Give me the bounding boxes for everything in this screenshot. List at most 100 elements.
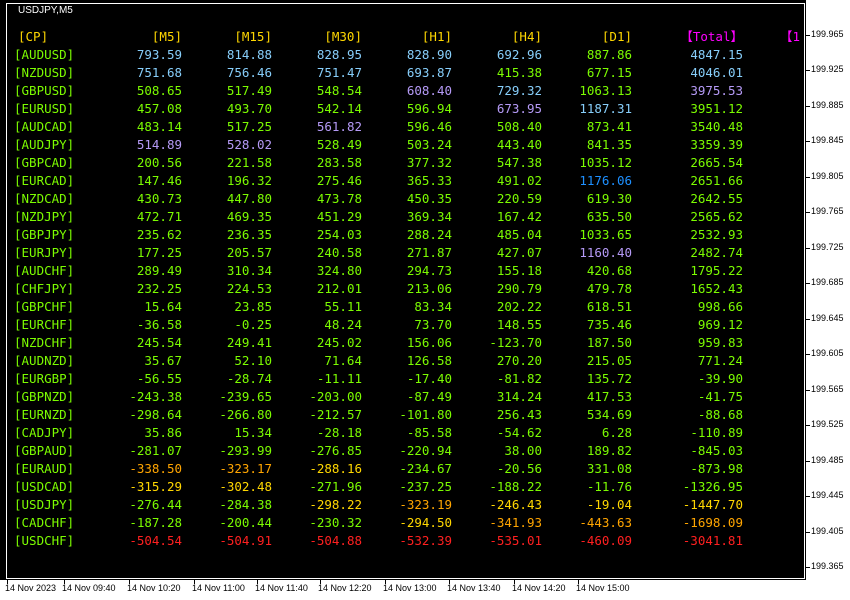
- value-cell: 443.40: [496, 137, 542, 152]
- value-cell: 236.35: [226, 227, 272, 242]
- value-cell: 2565.62: [690, 209, 743, 224]
- price-label: 199.765: [811, 206, 844, 216]
- pair-label: [AUDNZD]: [14, 353, 75, 368]
- price-tick: [806, 567, 810, 568]
- value-cell: -0.25: [234, 317, 272, 332]
- pair-label: [NZDCHF]: [14, 335, 75, 350]
- value-cell: 619.30: [586, 191, 632, 206]
- value-cell: 618.51: [586, 299, 632, 314]
- value-cell: 196.32: [226, 173, 272, 188]
- value-cell: 673.95: [496, 101, 542, 116]
- value-cell: 1160.40: [579, 245, 632, 260]
- value-cell: 1176.06: [579, 173, 632, 188]
- value-cell: 596.46: [406, 119, 452, 134]
- value-cell: -443.63: [579, 515, 632, 530]
- price-label: 199.885: [811, 100, 844, 110]
- header-h4: [H4]: [511, 29, 542, 44]
- value-cell: 692.96: [496, 47, 542, 62]
- value-cell: 503.24: [406, 137, 452, 152]
- pair-label: [EURUSD]: [14, 101, 75, 116]
- value-cell: 548.54: [316, 83, 362, 98]
- value-cell: -85.58: [406, 425, 452, 440]
- value-cell: 1187.31: [579, 101, 632, 116]
- value-cell: 2642.55: [690, 191, 743, 206]
- value-cell: 1035.12: [579, 155, 632, 170]
- value-cell: 283.58: [316, 155, 362, 170]
- price-tick: [806, 354, 810, 355]
- value-cell: -212.57: [309, 407, 362, 422]
- value-cell: 55.11: [324, 299, 362, 314]
- value-cell: 377.32: [406, 155, 452, 170]
- value-cell: 469.35: [226, 209, 272, 224]
- value-cell: 2482.74: [690, 245, 743, 260]
- value-cell: -338.50: [129, 461, 182, 476]
- value-cell: 200.56: [136, 155, 182, 170]
- value-cell: 485.04: [496, 227, 542, 242]
- price-label: 199.685: [811, 277, 844, 287]
- price-axis[interactable]: 199.965 199.925 199.885 199.845 199.805 199.7…: [806, 0, 850, 580]
- value-cell: 420.68: [586, 263, 632, 278]
- time-label: 14 Nov 13:00: [383, 583, 437, 593]
- time-label: 14 Nov 14:20: [512, 583, 566, 593]
- price-tick: [806, 461, 810, 462]
- value-cell: 472.71: [136, 209, 182, 224]
- price-label: 199.965: [811, 29, 844, 39]
- value-cell: 756.46: [226, 65, 272, 80]
- pair-label: [USDCHF]: [14, 533, 75, 548]
- value-cell: 310.34: [226, 263, 272, 278]
- value-cell: 998.66: [697, 299, 743, 314]
- value-cell: 148.55: [496, 317, 542, 332]
- value-cell: -298.64: [129, 407, 182, 422]
- chart-area[interactable]: USDJPY,M5 [CP] [M5] [M15] [M30] [H1] [H4] [D1]…: [0, 0, 807, 580]
- value-cell: 365.33: [406, 173, 452, 188]
- value-cell: -17.40: [406, 371, 452, 386]
- price-label: 199.725: [811, 242, 844, 252]
- value-cell: 483.14: [136, 119, 182, 134]
- value-cell: 23.85: [234, 299, 272, 314]
- price-label: 199.565: [811, 384, 844, 394]
- pair-label: [EURGBP]: [14, 371, 75, 386]
- value-cell: 205.57: [226, 245, 272, 260]
- value-cell: -276.85: [309, 443, 362, 458]
- price-tick: [806, 141, 810, 142]
- value-cell: 534.69: [586, 407, 632, 422]
- value-cell: 693.87: [406, 65, 452, 80]
- value-cell: 220.59: [496, 191, 542, 206]
- value-cell: -11.11: [316, 371, 362, 386]
- price-label: 199.405: [811, 526, 844, 536]
- value-cell: 479.78: [586, 281, 632, 296]
- value-cell: 156.06: [406, 335, 452, 350]
- value-cell: -288.16: [309, 461, 362, 476]
- price-tick: [806, 70, 810, 71]
- value-cell: 1063.13: [579, 83, 632, 98]
- value-cell: 430.73: [136, 191, 182, 206]
- value-cell: 235.62: [136, 227, 182, 242]
- value-cell: 491.02: [496, 173, 542, 188]
- value-cell: 2665.54: [690, 155, 743, 170]
- value-cell: 4847.15: [690, 47, 743, 62]
- pair-label: [EURAUD]: [14, 461, 75, 476]
- price-tick: [806, 248, 810, 249]
- value-cell: 528.49: [316, 137, 362, 152]
- price-tick: [806, 212, 810, 213]
- price-label: 199.485: [811, 455, 844, 465]
- value-cell: -54.62: [496, 425, 542, 440]
- value-cell: 457.08: [136, 101, 182, 116]
- header-h1: [H1]: [421, 29, 452, 44]
- value-cell: -56.55: [136, 371, 182, 386]
- price-tick: [806, 532, 810, 533]
- value-cell: -203.00: [309, 389, 362, 404]
- value-cell: 245.02: [316, 335, 362, 350]
- time-label: 14 Nov 11:00: [192, 583, 245, 593]
- value-cell: 873.41: [586, 119, 632, 134]
- value-cell: 959.83: [697, 335, 743, 350]
- time-axis[interactable]: 14 Nov 2023 14 Nov 09:40 14 Nov 10:20 14 No…: [0, 580, 850, 600]
- pair-label: [NZDCAD]: [14, 191, 75, 206]
- value-cell: 83.34: [414, 299, 452, 314]
- value-cell: -3041.81: [682, 533, 743, 548]
- value-cell: 38.00: [504, 443, 542, 458]
- value-cell: -315.29: [129, 479, 182, 494]
- value-cell: -1447.70: [682, 497, 743, 512]
- value-cell: 828.90: [406, 47, 452, 62]
- value-cell: 447.80: [226, 191, 272, 206]
